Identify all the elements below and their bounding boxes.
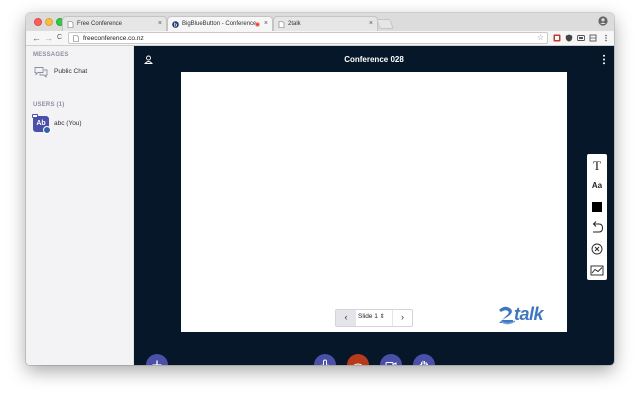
browser-toolbar: ← → C freeconference.co.nz ☆ xyxy=(26,31,614,46)
menu-icon[interactable] xyxy=(602,34,610,42)
tab-title: BigBlueButton - Conference xyxy=(182,21,257,27)
close-window-button[interactable] xyxy=(34,18,42,26)
bigbluebutton-icon: b xyxy=(172,21,179,28)
tab-strip: Free Conference × b BigBlueButton - Conf… xyxy=(26,13,614,31)
extension-icon[interactable] xyxy=(589,34,597,42)
tab-close-icon[interactable]: × xyxy=(158,20,162,27)
color-swatch-icon[interactable] xyxy=(587,197,607,217)
previous-slide-button[interactable]: ‹ xyxy=(336,310,356,326)
presenter-icon xyxy=(32,114,38,118)
url-text: freeconference.co.nz xyxy=(83,35,144,42)
font-size-icon[interactable]: Aa xyxy=(587,176,607,196)
conference-app: MESSAGES Public Chat USERS (1) Ab abc (Y… xyxy=(26,46,614,365)
cast-icon[interactable] xyxy=(577,34,585,42)
tab-title: Free Conference xyxy=(77,21,123,27)
tab-title: 2talk xyxy=(288,21,301,27)
page-icon xyxy=(73,35,79,42)
microphone-icon xyxy=(321,359,329,365)
public-chat-label: Public Chat xyxy=(54,68,88,75)
webcam-button[interactable] xyxy=(380,354,402,365)
minimize-window-button[interactable] xyxy=(45,18,53,26)
svg-text:b: b xyxy=(174,22,177,28)
shield-icon[interactable] xyxy=(565,34,573,42)
bookmark-star-icon[interactable]: ☆ xyxy=(537,33,544,43)
new-tab-button[interactable] xyxy=(376,19,394,29)
sidebar: MESSAGES Public Chat USERS (1) Ab abc (Y… xyxy=(26,46,134,365)
voice-status-icon xyxy=(43,126,51,134)
clear-icon[interactable] xyxy=(587,239,607,259)
hangup-phone-icon xyxy=(353,363,363,365)
page-icon xyxy=(67,21,74,28)
actions-plus-button[interactable] xyxy=(146,354,168,365)
messages-section-title: MESSAGES xyxy=(33,52,69,58)
multi-user-icon[interactable] xyxy=(587,260,607,280)
raise-hand-button[interactable] xyxy=(413,354,435,365)
address-bar[interactable]: freeconference.co.nz ☆ xyxy=(68,32,548,44)
slide-navigation: ‹ Slide 1 ⇕ › xyxy=(335,309,413,327)
hand-icon xyxy=(419,360,428,365)
options-menu-icon[interactable] xyxy=(602,54,606,65)
browser-window: Free Conference × b BigBlueButton - Conf… xyxy=(26,13,614,365)
slide-select-value: Slide 1 xyxy=(358,313,378,320)
tab-2talk[interactable]: 2talk × xyxy=(273,16,378,31)
page-icon xyxy=(278,21,285,28)
tab-free-conference[interactable]: Free Conference × xyxy=(62,16,167,31)
recording-icon xyxy=(255,22,260,27)
presentation-slide[interactable]: ‹ Slide 1 ⇕ › talk xyxy=(181,72,567,332)
microphone-button[interactable] xyxy=(314,354,336,365)
text-tool-icon[interactable]: T xyxy=(587,156,607,176)
back-button[interactable]: ← xyxy=(32,32,41,44)
select-arrows-icon: ⇕ xyxy=(379,314,385,320)
users-section-title: USERS (1) xyxy=(33,102,65,108)
next-slide-button[interactable]: › xyxy=(392,310,412,326)
slide-select[interactable]: Slide 1 ⇕ xyxy=(358,313,385,320)
2talk-logo: talk xyxy=(497,304,555,326)
conference-title: Conference 028 xyxy=(344,55,404,64)
tab-close-icon[interactable]: × xyxy=(369,20,373,27)
undo-icon[interactable] xyxy=(587,218,607,238)
extension-icon[interactable] xyxy=(553,34,561,42)
2talk-logo-text: talk xyxy=(514,304,544,324)
camera-icon xyxy=(385,362,397,365)
chat-bubble-icon xyxy=(34,67,48,78)
tab-close-icon[interactable]: × xyxy=(264,20,268,27)
main-area: Conference 028 ‹ Slide 1 ⇕ › talk T Aa xyxy=(134,46,614,365)
tab-bigbluebutton[interactable]: b BigBlueButton - Conference × xyxy=(167,16,273,31)
user-name: abc (You) xyxy=(54,120,82,127)
reload-button[interactable]: C xyxy=(57,32,62,44)
forward-button[interactable]: → xyxy=(44,32,53,44)
whiteboard-toolbar: T Aa xyxy=(587,154,607,280)
profile-icon[interactable] xyxy=(598,16,608,26)
user-list-item[interactable]: Ab abc (You) xyxy=(32,114,128,136)
plus-icon xyxy=(152,360,162,365)
leave-audio-button[interactable] xyxy=(347,354,369,365)
public-chat-item[interactable]: Public Chat xyxy=(32,64,128,80)
